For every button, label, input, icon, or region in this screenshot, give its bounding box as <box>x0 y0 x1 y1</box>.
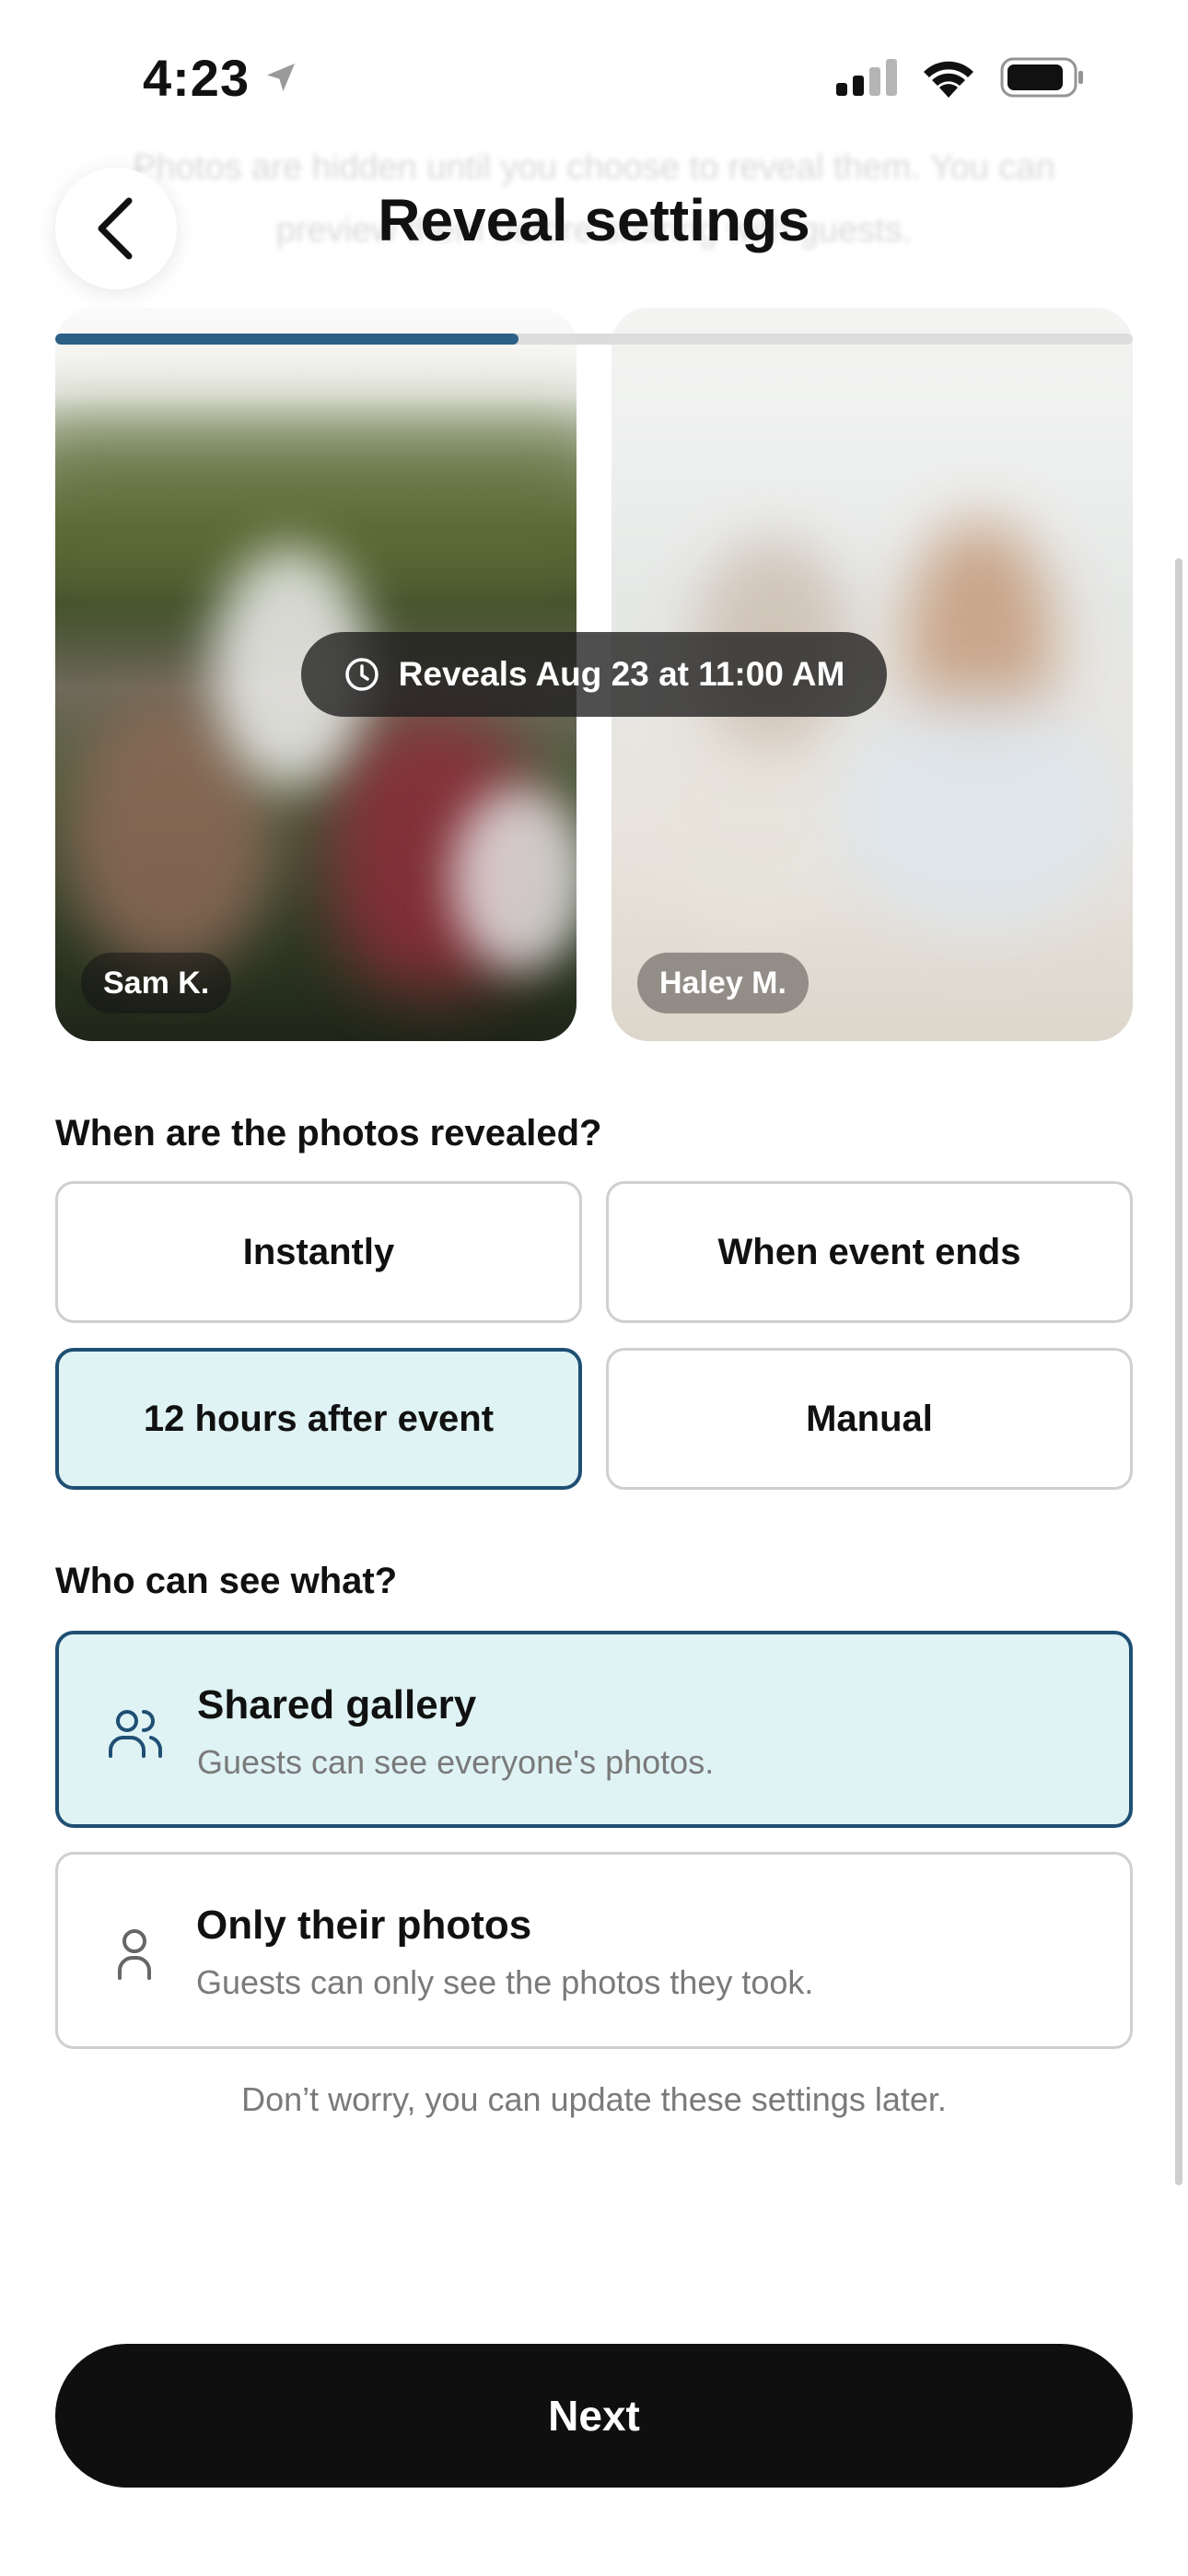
wifi-icon <box>924 61 973 98</box>
users-icon <box>109 1710 162 1758</box>
visibility-section-heading: Who can see what? <box>55 1561 398 1601</box>
shared-gallery-option[interactable]: Shared gallery Guests can see everyone's… <box>55 1631 1133 1828</box>
photo-author-chip: Sam K. <box>81 953 232 1013</box>
status-bar: 4:23 <box>0 0 1188 157</box>
battery-icon <box>1000 57 1083 98</box>
option-instantly[interactable]: Instantly <box>55 1181 582 1323</box>
option-description: Guests can see everyone's photos. <box>197 1743 715 1781</box>
settings-footnote: Don’t worry, you can update these settin… <box>241 2080 947 2118</box>
option-12-hours-after-event[interactable]: 12 hours after event <box>55 1348 582 1490</box>
location-arrow-icon <box>267 64 295 91</box>
option-manual[interactable]: Manual <box>606 1348 1133 1490</box>
cellular-signal-icon <box>836 59 897 96</box>
reveal-section-heading: When are the photos revealed? <box>55 1113 602 1153</box>
photo-author-chip: Haley M. <box>637 953 809 1013</box>
option-description: Guests can only see the photos they took… <box>196 1963 814 2001</box>
user-icon <box>118 1929 151 1980</box>
reveal-time-badge: Reveals Aug 23 at 11:00 AM <box>301 632 887 717</box>
scrollbar[interactable] <box>1175 558 1182 2185</box>
option-when-event-ends[interactable]: When event ends <box>606 1181 1133 1323</box>
page-title: Reveal settings <box>378 187 810 253</box>
progress-fill <box>55 334 519 345</box>
option-title: Only their photos <box>196 1903 532 1948</box>
status-icons <box>836 57 1085 98</box>
status-time: 4:23 <box>143 49 250 107</box>
reveal-time-text: Reveals Aug 23 at 11:00 AM <box>398 655 845 693</box>
clock-icon <box>344 658 379 691</box>
next-button[interactable]: Next <box>55 2344 1133 2488</box>
only-their-photos-option[interactable]: Only their photos Guests can only see th… <box>55 1852 1133 2049</box>
progress-bar <box>55 334 1133 345</box>
option-title: Shared gallery <box>197 1682 477 1727</box>
